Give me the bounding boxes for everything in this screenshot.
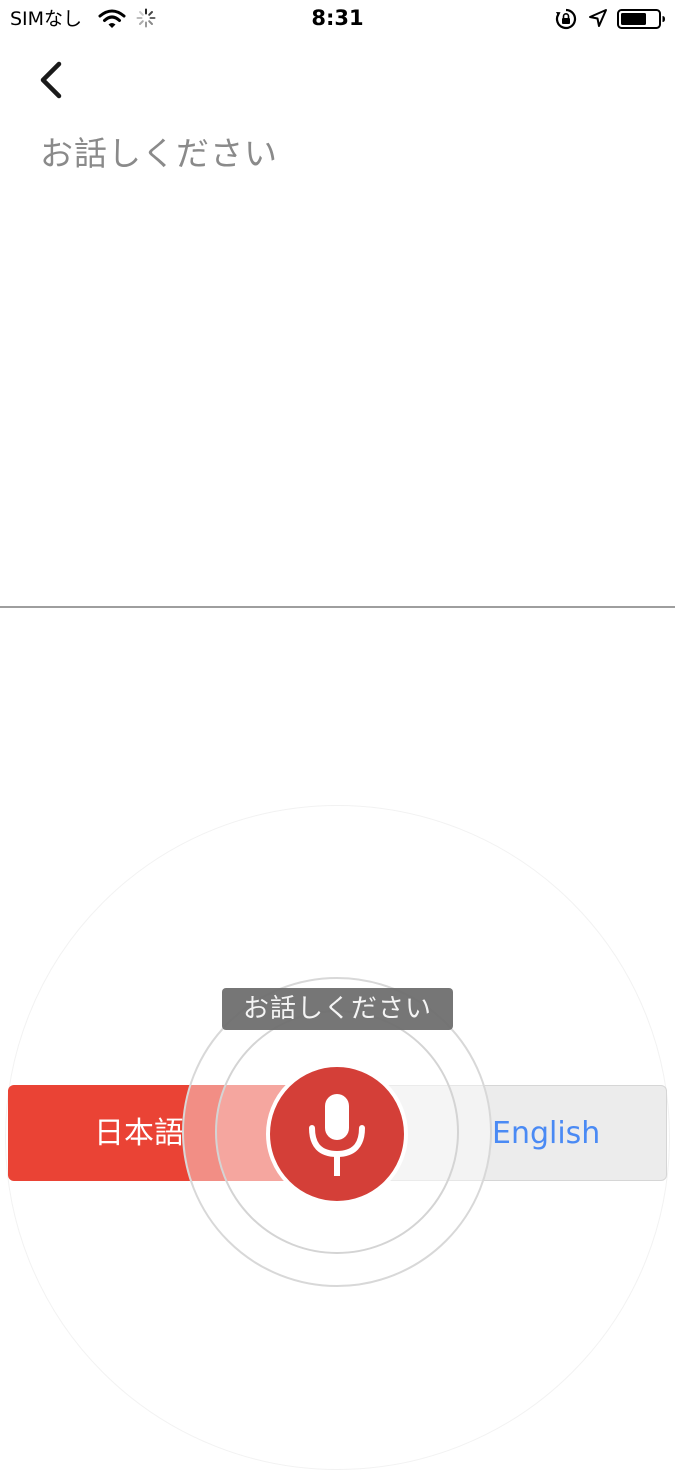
microphone-icon [309,1094,365,1176]
speak-tooltip: お話しください [222,988,453,1030]
tooltip-text: お話しください [242,994,432,1024]
microphone-button[interactable] [266,1063,408,1205]
speech-prompt: お話しください [40,134,278,173]
rotation-lock-icon [555,8,577,30]
target-language-label: English [492,1116,601,1151]
divider [0,606,675,608]
location-arrow-icon [589,9,607,27]
back-button[interactable] [30,58,74,102]
chevron-left-icon [40,61,62,99]
status-bar: SIMなし 8:31 [0,0,675,40]
battery-icon [617,9,665,29]
source-language-label: 日本語 [94,1116,184,1151]
